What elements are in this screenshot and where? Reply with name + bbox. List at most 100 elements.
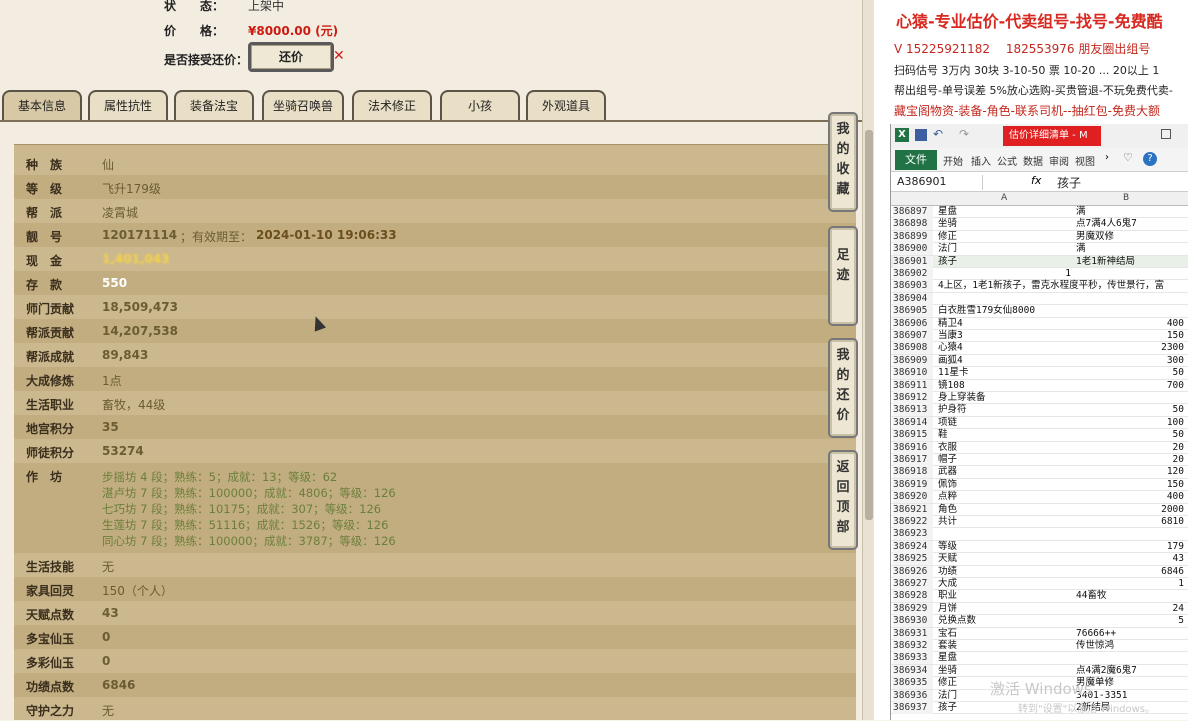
cell-b[interactable]: 120 (1076, 466, 1184, 478)
row-number[interactable]: 386897 (893, 206, 933, 218)
cell-b[interactable]: 点7满4人6鬼7 (1076, 218, 1184, 230)
redo-icon[interactable]: ↷ (959, 127, 969, 141)
sheet-row[interactable]: 386917 帽子 20 (891, 454, 1188, 467)
sheet-row[interactable]: 386901 孩子 1老1新神结局 (891, 255, 1188, 268)
cell-b[interactable]: 传世惊鸿 (1076, 640, 1184, 652)
row-number[interactable]: 386905 (893, 305, 933, 318)
cell-a[interactable]: 鞋 (938, 429, 1074, 441)
scroll-thumb[interactable] (865, 130, 873, 520)
sheet-row[interactable]: 386900 法门满 (891, 243, 1188, 256)
cell-a[interactable]: 护身符 (938, 404, 1074, 416)
sheet-row[interactable]: 386905 白衣胜雪179女仙8000 (891, 305, 1188, 318)
cell-a[interactable]: 星盘 (938, 206, 1074, 218)
sheet-grid[interactable]: 386897 星盘满 386898 坐骑 点7满4人6鬼7 386899 修正 男魔双修 386… (891, 206, 1188, 720)
row-number[interactable]: 386934 (893, 664, 933, 677)
cell-b[interactable]: 100 (1076, 417, 1184, 429)
col-header-b[interactable]: B (1123, 193, 1129, 203)
cell-b[interactable]: 男魔单修 (1076, 677, 1184, 689)
cell-b[interactable]: 5 (1076, 615, 1184, 627)
cell-a-value[interactable]: 1 (1011, 268, 1071, 280)
sheet-row[interactable]: 386903 4上区，1老1新孩子，雷克水程度平秒，传世景行，富 (891, 280, 1188, 293)
cell-b[interactable]: 满 (1076, 206, 1184, 218)
row-number[interactable]: 386926 (893, 565, 933, 578)
row-number[interactable]: 386924 (893, 540, 933, 553)
cell-a[interactable]: 功绩 (938, 566, 1074, 578)
cell-a[interactable]: 身上穿装备 (938, 392, 1074, 404)
sheet-row[interactable]: 386916 衣服 20 (891, 441, 1188, 454)
row-number[interactable]: 386928 (893, 590, 933, 603)
cell-a[interactable]: 大成 (938, 578, 1074, 590)
sheet-row[interactable]: 386934 坐骑 点4满2魔6鬼7 (891, 664, 1188, 678)
cell-a[interactable]: 佩饰 (938, 479, 1074, 491)
sheet-row[interactable]: 386925 天赋 43 (891, 553, 1188, 566)
row-number[interactable]: 386900 (893, 243, 933, 256)
sheet-row[interactable]: 386904 (891, 292, 1188, 306)
sheet-row[interactable]: 386919 佩饰 150 (891, 478, 1188, 492)
row-number[interactable]: 386913 (893, 404, 933, 417)
cell-b[interactable]: 300 (1076, 355, 1184, 367)
help-icon[interactable]: ? (1143, 152, 1157, 166)
row-number[interactable]: 386903 (893, 280, 933, 293)
row-number[interactable]: 386898 (893, 218, 933, 231)
sheet-row[interactable]: 386930 兑换点数 5 (891, 615, 1188, 628)
row-number[interactable]: 386911 (893, 379, 933, 392)
cell-b[interactable]: 44畜牧 (1076, 590, 1184, 602)
ribbon-tab-home[interactable]: 开始 (943, 153, 963, 168)
cell-b[interactable]: 6846 (1076, 566, 1184, 578)
formula-input[interactable]: 孩子 (1057, 174, 1081, 191)
sheet-row[interactable]: 386909 画狐4 300 (891, 354, 1188, 368)
sheet-row[interactable]: 386932 套装 传世惊鸿 (891, 640, 1188, 653)
sheet-row[interactable]: 386910 11星卡 50 (891, 367, 1188, 380)
sheet-row[interactable]: 386923 (891, 528, 1188, 541)
cell-a[interactable]: 孩子 (938, 256, 1074, 268)
sheet-row[interactable]: 386902 1 (891, 268, 1188, 281)
row-number[interactable]: 386917 (893, 454, 933, 466)
row-number[interactable]: 386920 (893, 491, 933, 504)
cell-a[interactable]: 精卫4 (938, 318, 1074, 330)
row-number[interactable]: 386932 (893, 640, 933, 652)
cell-b[interactable]: 满 (1076, 243, 1184, 255)
cell-b[interactable]: 50 (1076, 367, 1184, 379)
cell-b[interactable]: 150 (1076, 330, 1184, 342)
sheet-row[interactable]: 386911 镜108 700 (891, 379, 1188, 392)
cell-a[interactable]: 职业 (938, 590, 1074, 602)
history-button[interactable]: 足迹 (828, 226, 858, 326)
row-number[interactable]: 386925 (893, 553, 933, 566)
row-number[interactable]: 386918 (893, 466, 933, 479)
row-number[interactable]: 386919 (893, 478, 933, 491)
row-number[interactable]: 386907 (893, 330, 933, 342)
cell-a[interactable]: 坐骑 (938, 665, 1074, 677)
row-number[interactable]: 386922 (893, 516, 933, 528)
cell-b[interactable]: 20 (1076, 454, 1184, 466)
tab-equipment[interactable]: 装备法宝 (174, 90, 254, 120)
cell-a[interactable]: 白衣胜雪179女仙8000 (938, 305, 1074, 317)
undo-icon[interactable]: ↶ (933, 127, 943, 141)
sheet-row[interactable]: 386899 修正 男魔双修 (891, 230, 1188, 244)
cell-a[interactable]: 镜108 (938, 380, 1074, 392)
tab-spell-mods[interactable]: 法术修正 (352, 90, 432, 120)
cell-b[interactable]: 179 (1076, 541, 1184, 553)
restore-icon[interactable] (1161, 129, 1171, 139)
sheet-row[interactable]: 386897 星盘满 (891, 206, 1188, 219)
sheet-row[interactable]: 386933 星盘 (891, 652, 1188, 665)
row-number[interactable]: 386927 (893, 578, 933, 590)
cell-b[interactable]: 1老1新神结局 (1076, 256, 1184, 268)
bargain-button[interactable]: 还价 (248, 42, 334, 72)
sheet-row[interactable]: 386915 鞋 50 (891, 429, 1188, 442)
row-number[interactable]: 386923 (893, 528, 933, 541)
row-number[interactable]: 386908 (893, 342, 933, 355)
cell-a[interactable]: 画狐4 (938, 355, 1074, 367)
cell-a[interactable]: 月饼 (938, 603, 1074, 615)
cell-a[interactable]: 法门 (938, 243, 1074, 255)
row-number[interactable]: 386916 (893, 441, 933, 454)
cell-a[interactable]: 兑换点数 (938, 615, 1074, 627)
sheet-row[interactable]: 386931 宝石 76666++ (891, 627, 1188, 640)
sheet-row[interactable]: 386928 职业 44畜牧 (891, 590, 1188, 603)
sheet-row[interactable]: 386920 点粹 400 (891, 491, 1188, 504)
cell-a[interactable]: 等级 (938, 541, 1074, 553)
cell-a[interactable]: 心猿4 (938, 342, 1074, 354)
ribbon-tab-view[interactable]: 视图 (1075, 153, 1095, 168)
cell-b[interactable]: 400 (1076, 318, 1184, 330)
row-number[interactable]: 386904 (893, 292, 933, 305)
row-number[interactable]: 386909 (893, 354, 933, 367)
